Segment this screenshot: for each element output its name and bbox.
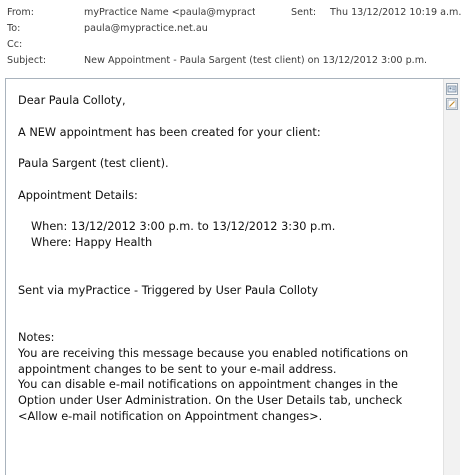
sent-label: Sent: [291, 7, 317, 18]
notes-line-2: appointment changes to be sent to your e… [18, 362, 337, 376]
appointment-where: Where: Happy Health [31, 236, 153, 250]
from-row: From: myPractice Name <paula@mypractice.… [0, 6, 462, 20]
sent-value: Thu 13/12/2012 10:19 a.m. [330, 7, 462, 18]
subject-value: New Appointment - Paula Sargent (test cl… [84, 55, 428, 66]
contact-card-icon[interactable] [446, 83, 458, 95]
message-header: From: myPractice Name <paula@mypractice.… [0, 0, 462, 78]
body-scrollbar[interactable] [443, 79, 460, 475]
details-heading: Appointment Details: [18, 188, 138, 202]
to-row: To: paula@mypractice.net.au [0, 22, 462, 36]
edit-icon[interactable] [446, 98, 458, 110]
notes-heading: Notes: [18, 330, 55, 344]
from-label: From: [7, 7, 35, 18]
from-value[interactable]: myPractice Name <paula@mypractice.net.au… [84, 6, 255, 20]
cc-label: Cc: [7, 39, 23, 50]
appointment-when: When: 13/12/2012 3:00 p.m. to 13/12/2012… [31, 220, 336, 234]
to-label: To: [7, 23, 21, 34]
to-value[interactable]: paula@mypractice.net.au [84, 22, 208, 36]
sent-via-text: Sent via myPractice - Triggered by User … [18, 283, 319, 297]
client-name: Paula Sargent (test client). [18, 157, 169, 171]
notes-line-5: <Allow e-mail notification on Appointmen… [18, 409, 323, 423]
notes-line-4: Option under User Administration. On the… [18, 394, 403, 408]
message-body: Dear Paula Colloty, A NEW appointment ha… [18, 93, 438, 425]
subject-row: Subject: New Appointment - Paula Sargent… [0, 54, 462, 68]
notes-line-1: You are receiving this message because y… [18, 346, 409, 360]
intro-text: A NEW appointment has been created for y… [18, 125, 321, 139]
cc-row: Cc: [0, 38, 462, 52]
subject-label: Subject: [7, 55, 47, 66]
greeting: Dear Paula Colloty, [18, 94, 126, 107]
notes-line-3: You can disable e-mail notifications on … [18, 378, 398, 392]
